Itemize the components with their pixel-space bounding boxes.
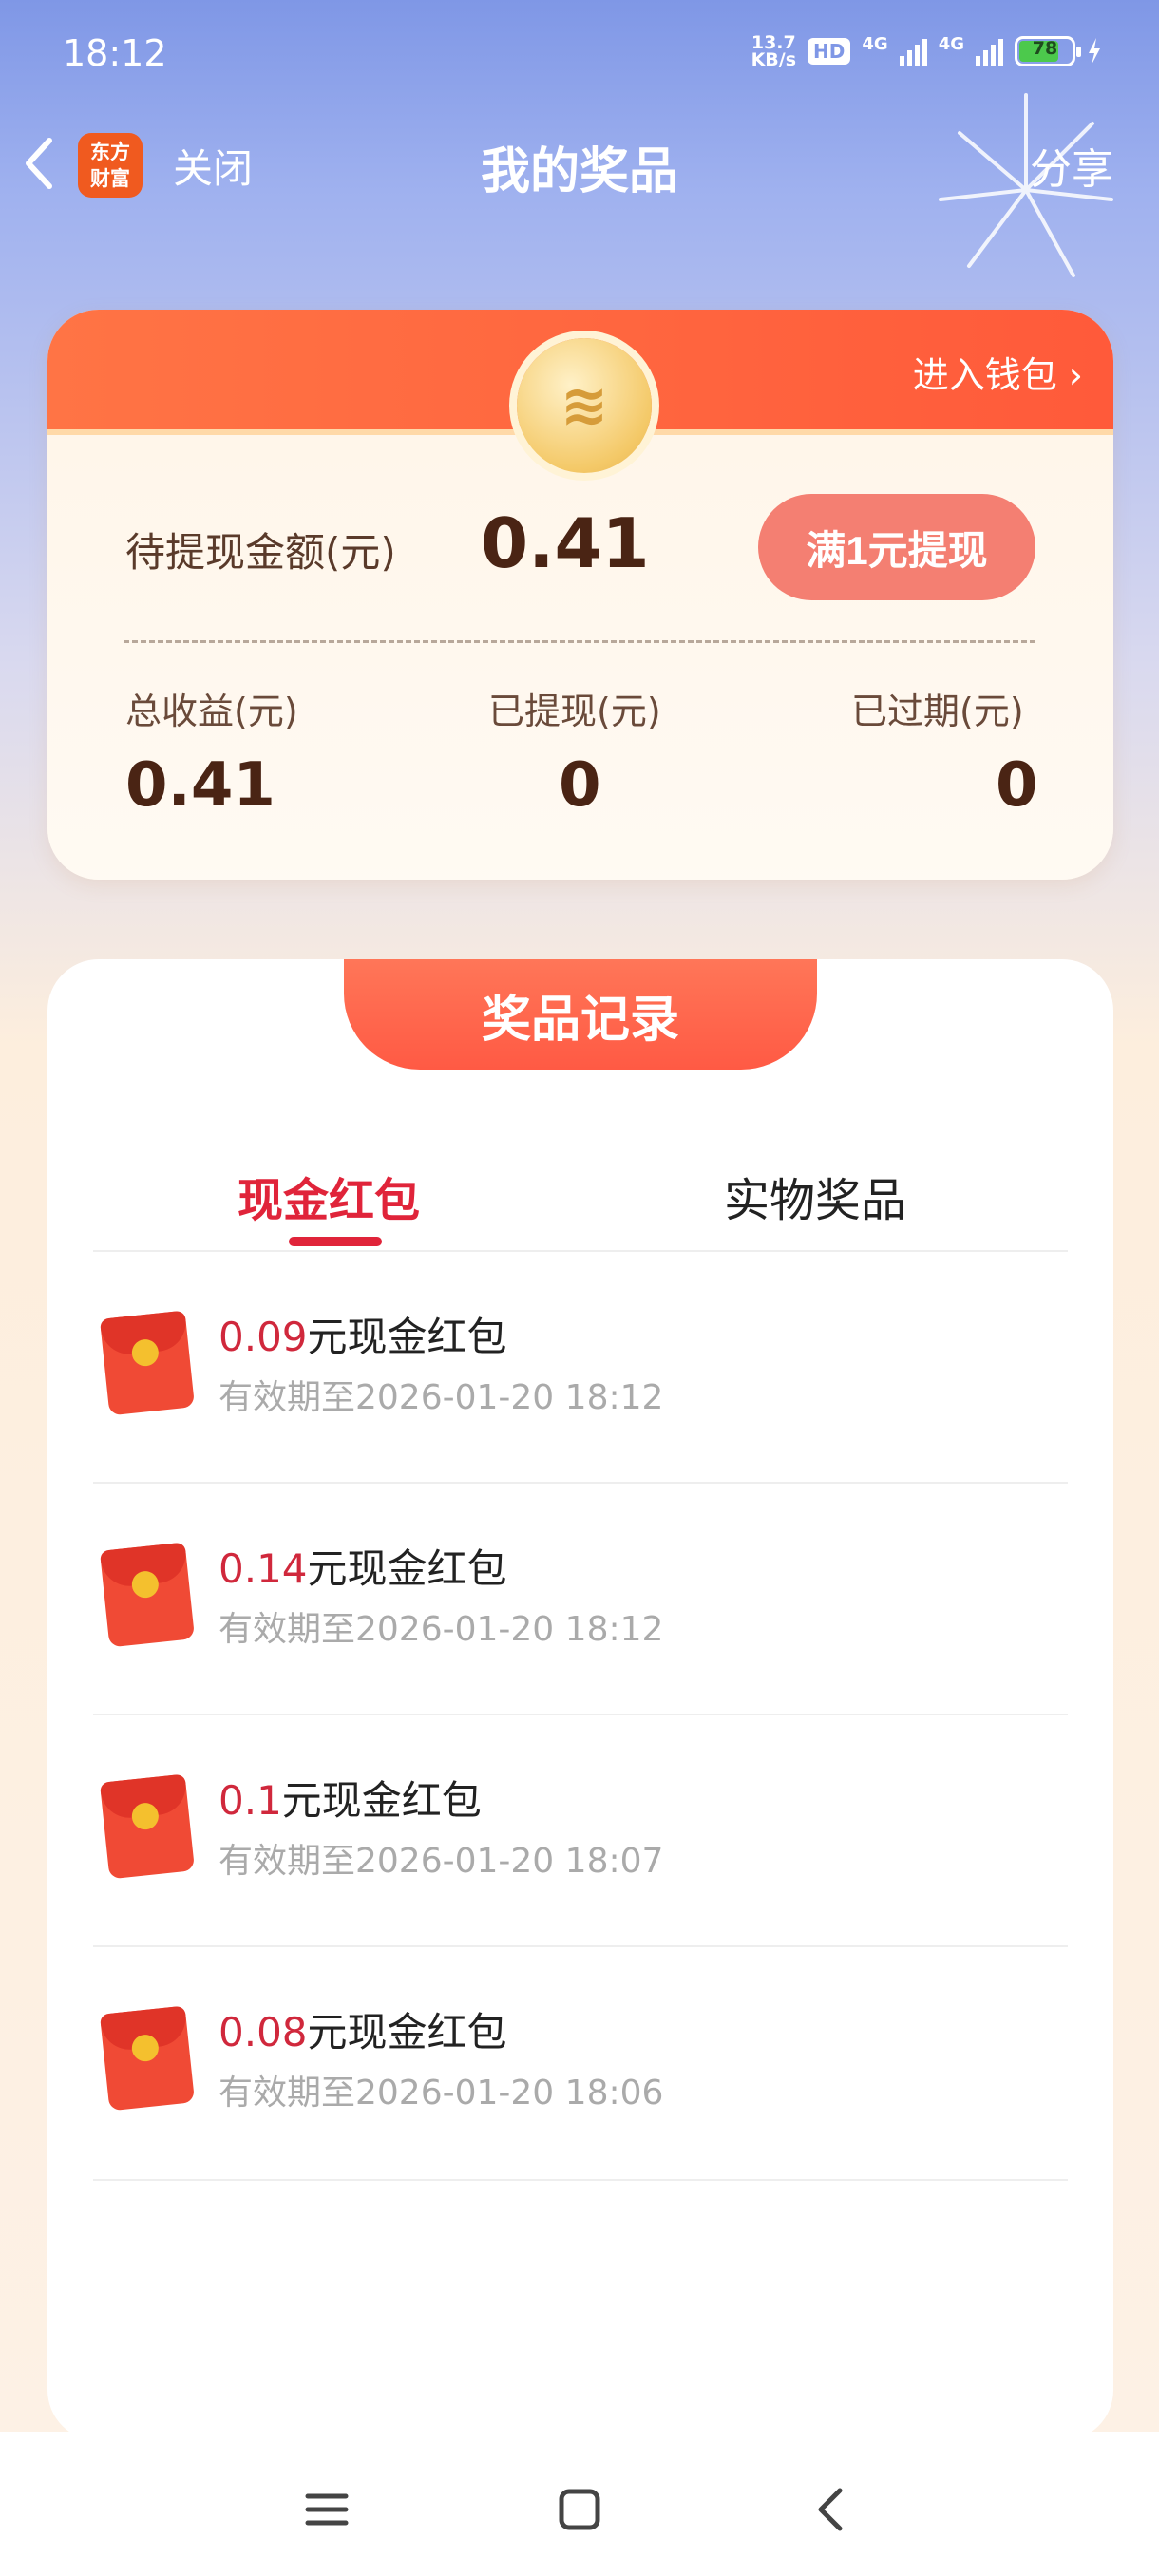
withdraw-button[interactable]: 满1元提现 <box>758 494 1036 600</box>
item-amount: 0.14 <box>218 1545 308 1592</box>
system-back-icon[interactable] <box>804 2481 861 2538</box>
expired-value: 0 <box>996 750 1038 821</box>
signal-icon <box>899 37 927 66</box>
total-earnings-value: 0.41 <box>125 750 276 821</box>
item-expiry: 有效期至2026-01-20 18:12 <box>218 1378 664 1417</box>
share-button[interactable]: 分享 <box>1030 135 1113 196</box>
list-item[interactable]: 0.08元现金红包 有效期至2026-01-20 18:06 <box>93 1945 1068 2175</box>
home-icon[interactable] <box>551 2481 608 2538</box>
item-suffix: 元现金红包 <box>307 2009 507 2055</box>
prize-records-heading: 奖品记录 <box>344 959 817 1070</box>
back-icon[interactable] <box>23 135 55 192</box>
close-button[interactable]: 关闭 <box>173 137 253 195</box>
list-item[interactable]: 0.1元现金红包 有效期至2026-01-20 18:07 <box>93 1714 1068 1943</box>
item-amount: 0.09 <box>218 1314 308 1360</box>
tab-cash-red-envelope[interactable]: 现金红包 <box>238 1163 420 1229</box>
total-earnings-label: 总收益(元) <box>125 691 298 732</box>
item-title: 0.14元现金红包 <box>218 1537 507 1595</box>
tab-physical-prizes[interactable]: 实物奖品 <box>724 1163 906 1229</box>
active-tab-indicator <box>289 1237 382 1246</box>
battery-level: 78 <box>1032 38 1058 59</box>
app-logo: 东方 财富 <box>78 133 142 198</box>
item-title: 0.1元现金红包 <box>218 1769 482 1827</box>
list-divider <box>93 2179 1068 2181</box>
logo-text-top: 东方 <box>90 141 130 163</box>
item-title: 0.09元现金红包 <box>218 1305 507 1363</box>
dashed-divider <box>124 640 1036 643</box>
withdrawn-label: 已提现(元) <box>488 691 661 732</box>
network-speed: 13.7 KB/s <box>750 34 797 70</box>
red-envelope-icon <box>99 1310 196 1416</box>
status-time: 18:12 <box>63 32 167 74</box>
item-suffix: 元现金红包 <box>281 1777 482 1824</box>
signal-icon-2 <box>976 37 1003 66</box>
hd-badge: HD <box>808 38 851 65</box>
item-expiry: 有效期至2026-01-20 18:07 <box>218 1842 664 1881</box>
network-type-2: 4G <box>938 34 964 54</box>
network-type-1: 4G <box>862 34 888 54</box>
firework-decoration <box>939 93 1113 277</box>
item-amount: 0.1 <box>218 1777 282 1824</box>
item-suffix: 元现金红包 <box>307 1314 507 1360</box>
item-expiry: 有效期至2026-01-20 18:06 <box>218 2074 664 2112</box>
expired-label: 已过期(元) <box>851 691 1024 732</box>
speed-unit: KB/s <box>750 49 797 70</box>
status-icons: 13.7 KB/s HD 4G 4G 78 <box>750 34 1102 70</box>
pending-amount-value: 0.41 <box>481 503 650 583</box>
coin-icon: ≋ <box>517 338 652 473</box>
red-envelope-icon <box>99 1773 196 1880</box>
red-envelope-icon <box>99 2005 196 2112</box>
enter-wallet-link[interactable]: 进入钱包 › <box>913 346 1083 398</box>
pending-amount-label: 待提现金额(元) <box>125 529 396 576</box>
charging-icon <box>1089 38 1100 65</box>
menu-icon[interactable] <box>298 2481 355 2538</box>
item-expiry: 有效期至2026-01-20 18:12 <box>218 1610 664 1649</box>
item-title: 0.08元现金红包 <box>218 2000 507 2058</box>
item-suffix: 元现金红包 <box>307 1545 507 1592</box>
item-amount: 0.08 <box>218 2009 308 2055</box>
withdrawn-value: 0 <box>559 750 601 821</box>
battery-icon: 78 <box>1015 36 1081 66</box>
red-envelope-icon <box>99 1542 196 1648</box>
list-item[interactable]: 0.14元现金红包 有效期至2026-01-20 18:12 <box>93 1482 1068 1712</box>
list-item[interactable]: 0.09元现金红包 有效期至2026-01-20 18:12 <box>93 1250 1068 1480</box>
logo-text-bottom: 财富 <box>90 167 130 190</box>
